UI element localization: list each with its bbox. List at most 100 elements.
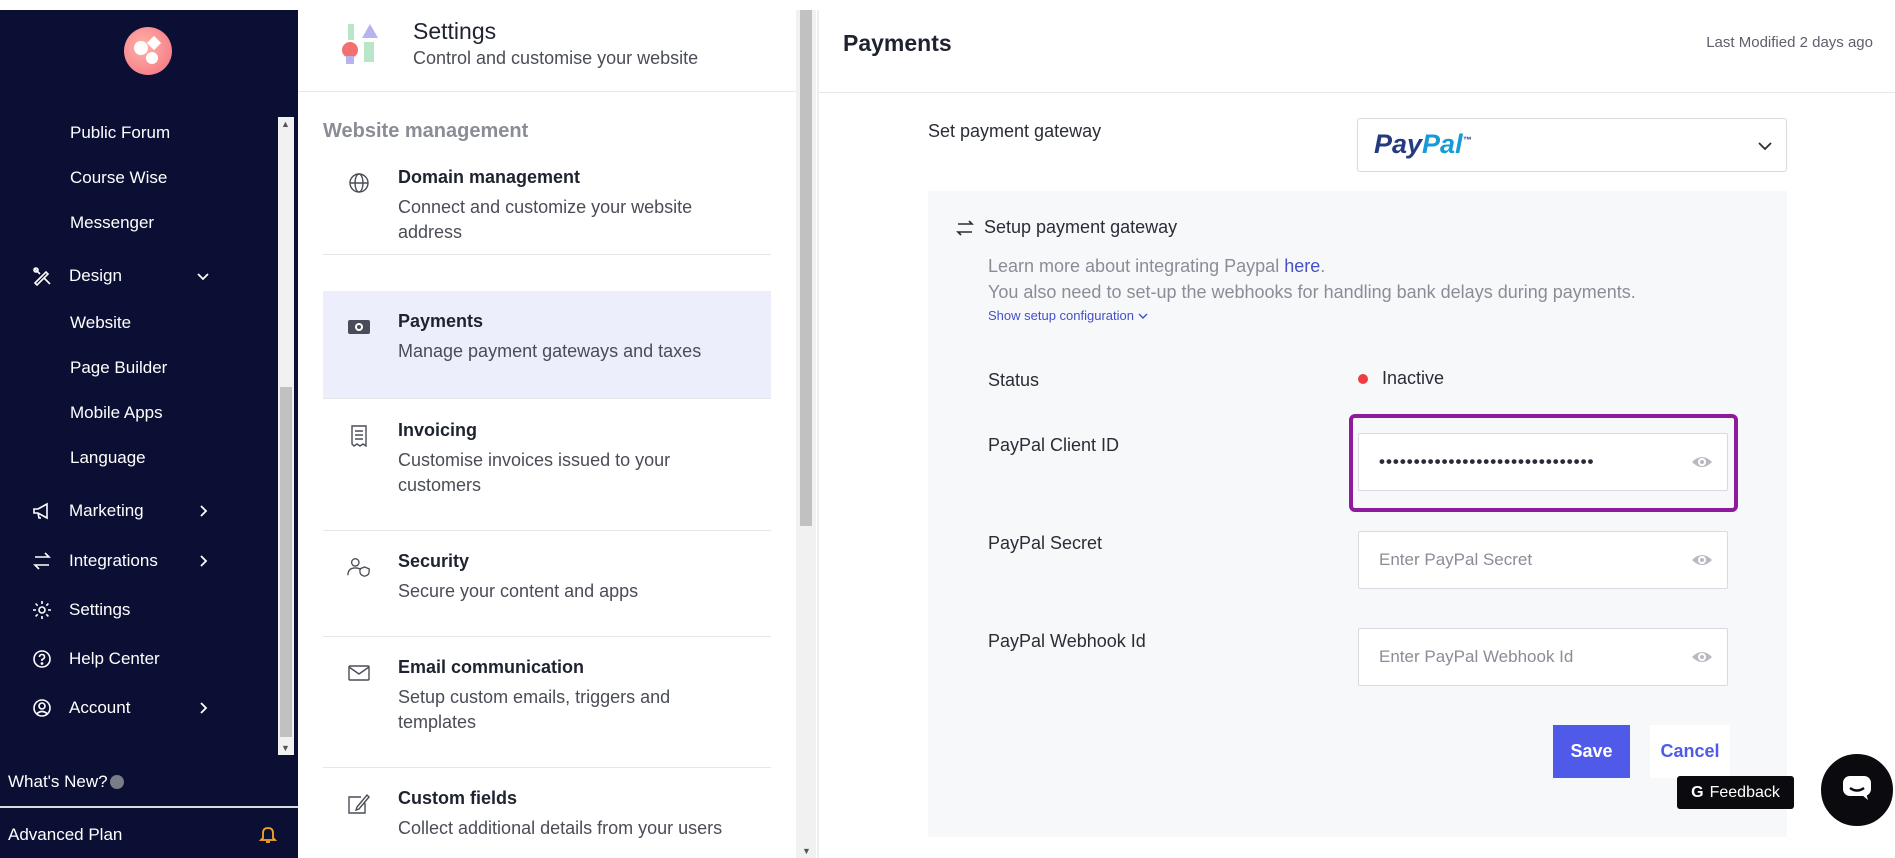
webhook-label: PayPal Webhook Id bbox=[988, 631, 1146, 651]
paypal-secret-input[interactable] bbox=[1359, 532, 1727, 588]
eye-icon[interactable] bbox=[1691, 648, 1713, 666]
payments-header: Payments Last Modified 2 days ago bbox=[819, 10, 1895, 93]
sidebar-item-label: Help Center bbox=[69, 649, 160, 668]
chat-widget-button[interactable] bbox=[1819, 752, 1895, 828]
sidebar-item-course-wise[interactable]: Course Wise bbox=[70, 168, 167, 188]
setup-heading: Setup payment gateway bbox=[956, 217, 1177, 238]
settings-item-desc: Connect and customize your website addre… bbox=[398, 197, 693, 242]
settings-item-payments[interactable]: Payments Manage payment gateways and tax… bbox=[323, 291, 771, 399]
settings-item-desc: Setup custom emails, triggers and templa… bbox=[398, 687, 671, 732]
whats-new-link[interactable]: What's New? bbox=[8, 772, 124, 792]
learn-suffix: . bbox=[1320, 256, 1326, 276]
sidebar-item-mobile-apps[interactable]: Mobile Apps bbox=[70, 403, 163, 423]
chevron-down-icon bbox=[194, 267, 212, 285]
scrollbar-thumb[interactable] bbox=[280, 387, 292, 737]
settings-panel-scrollbar[interactable]: ▼ bbox=[796, 10, 816, 858]
chat-icon bbox=[1842, 775, 1872, 806]
eye-icon[interactable] bbox=[1691, 551, 1713, 569]
settings-item-invoicing[interactable]: Invoicing Customise invoices issued to y… bbox=[323, 400, 771, 531]
settings-item-desc: Customise invoices issued to your custom… bbox=[398, 450, 671, 495]
learn-more-link[interactable]: here bbox=[1284, 256, 1320, 276]
settings-item-security[interactable]: Security Secure your content and apps bbox=[323, 531, 771, 637]
sidebar-item-language[interactable]: Language bbox=[70, 448, 146, 468]
chevron-right-icon bbox=[194, 699, 212, 717]
plan-label: Advanced Plan bbox=[8, 825, 123, 844]
sidebar-item-account[interactable]: Account bbox=[32, 698, 212, 718]
client-id-highlight bbox=[1349, 414, 1738, 512]
settings-panel: Settings Control and customise your webs… bbox=[298, 10, 818, 858]
page-title: Settings bbox=[413, 18, 497, 44]
chevron-right-icon bbox=[194, 552, 212, 570]
megaphone-icon bbox=[32, 501, 52, 521]
receipt-icon bbox=[347, 424, 371, 448]
settings-item-title: Payments bbox=[398, 311, 484, 331]
arrows-exchange-icon bbox=[956, 219, 974, 236]
sidebar-item-label: Design bbox=[69, 266, 122, 285]
sidebar-item-settings[interactable]: Settings bbox=[32, 600, 212, 620]
paypal-secret-field[interactable] bbox=[1358, 531, 1728, 589]
sidebar-item-public-forum[interactable]: Public Forum bbox=[70, 123, 170, 143]
sidebar-item-integrations[interactable]: Integrations bbox=[32, 551, 212, 571]
chevron-down-icon bbox=[1756, 137, 1774, 155]
status-dot bbox=[1358, 373, 1368, 384]
scroll-down-arrow-icon[interactable]: ▼ bbox=[802, 846, 811, 856]
paypal-logo: PayPal™ bbox=[1374, 129, 1472, 159]
settings-item-email-communication[interactable]: Email communication Setup custom emails,… bbox=[323, 637, 771, 768]
settings-item-title: Email communication bbox=[398, 657, 585, 677]
feedback-g-icon: G bbox=[1691, 783, 1704, 801]
settings-item-desc: Secure your content and apps bbox=[398, 581, 639, 601]
status-label: Status bbox=[988, 370, 1040, 390]
settings-item-domain-management[interactable]: Domain management Connect and customize … bbox=[323, 147, 771, 255]
payment-gateway-select[interactable]: PayPal™ bbox=[1357, 118, 1787, 172]
status-indicator: Inactive bbox=[1358, 368, 1444, 389]
paypal-webhook-id-field[interactable] bbox=[1358, 628, 1728, 686]
settings-item-desc: Manage payment gateways and taxes bbox=[398, 341, 702, 361]
sidebar-item-marketing[interactable]: Marketing bbox=[32, 501, 212, 521]
sidebar-scrollbar[interactable]: ▲ ▼ bbox=[278, 117, 294, 755]
settings-item-desc: Collect additional details from your use… bbox=[398, 818, 723, 838]
sidebar-item-page-builder[interactable]: Page Builder bbox=[70, 358, 167, 378]
sidebar-item-label: Settings bbox=[69, 600, 131, 619]
payments-title: Payments bbox=[843, 30, 952, 56]
sidebar-item-label: Integrations bbox=[69, 551, 158, 570]
sidebar-item-website[interactable]: Website bbox=[70, 313, 131, 333]
save-button[interactable]: Save bbox=[1553, 725, 1630, 778]
cancel-button[interactable]: Cancel bbox=[1650, 725, 1730, 778]
feedback-label: Feedback bbox=[1709, 783, 1780, 801]
bell-icon[interactable] bbox=[258, 824, 278, 844]
settings-item-title: Domain management bbox=[398, 167, 581, 187]
panel-divider bbox=[817, 10, 819, 858]
sidebar-item-help-center[interactable]: Help Center bbox=[32, 649, 212, 669]
last-modified: Last Modified 2 days ago bbox=[1706, 34, 1873, 51]
sidebar-item-messenger[interactable]: Messenger bbox=[70, 213, 154, 233]
notification-dot bbox=[109, 775, 124, 789]
user-shield-icon bbox=[347, 555, 371, 579]
gateway-setup-panel: Setup payment gateway Learn more about i… bbox=[928, 191, 1787, 837]
envelope-icon bbox=[347, 661, 371, 685]
money-icon bbox=[347, 315, 371, 339]
paypal-webhook-id-input[interactable] bbox=[1359, 629, 1727, 685]
settings-header: Settings Control and customise your webs… bbox=[298, 10, 798, 92]
section-heading: Website management bbox=[323, 120, 529, 142]
chevron-right-icon bbox=[194, 502, 212, 520]
scroll-up-arrow-icon[interactable]: ▲ bbox=[281, 119, 290, 129]
whats-new-label: What's New? bbox=[8, 772, 108, 791]
setup-title: Setup payment gateway bbox=[984, 217, 1178, 237]
design-pencil-icon bbox=[32, 266, 52, 286]
sidebar-divider bbox=[0, 806, 298, 808]
user-circle-icon bbox=[32, 698, 52, 718]
globe-icon bbox=[347, 171, 371, 195]
feedback-button[interactable]: G Feedback bbox=[1677, 776, 1794, 809]
sidebar-item-label: Account bbox=[69, 698, 131, 717]
scroll-down-arrow-icon[interactable]: ▼ bbox=[281, 743, 290, 753]
gateway-label: Set payment gateway bbox=[928, 121, 1102, 141]
scrollbar-thumb[interactable] bbox=[800, 10, 812, 526]
gear-icon bbox=[32, 600, 52, 620]
show-setup-configuration-link[interactable]: Show setup configuration bbox=[988, 308, 1149, 323]
arrows-exchange-icon bbox=[32, 551, 52, 571]
settings-item-custom-fields[interactable]: Custom fields Collect additional details… bbox=[323, 768, 771, 858]
settings-item-title: Custom fields bbox=[398, 788, 518, 808]
app-logo[interactable] bbox=[124, 27, 172, 75]
sidebar-item-design[interactable]: Design bbox=[32, 266, 212, 286]
main-sidebar: Public Forum Course Wise Messenger Desig… bbox=[0, 10, 298, 858]
